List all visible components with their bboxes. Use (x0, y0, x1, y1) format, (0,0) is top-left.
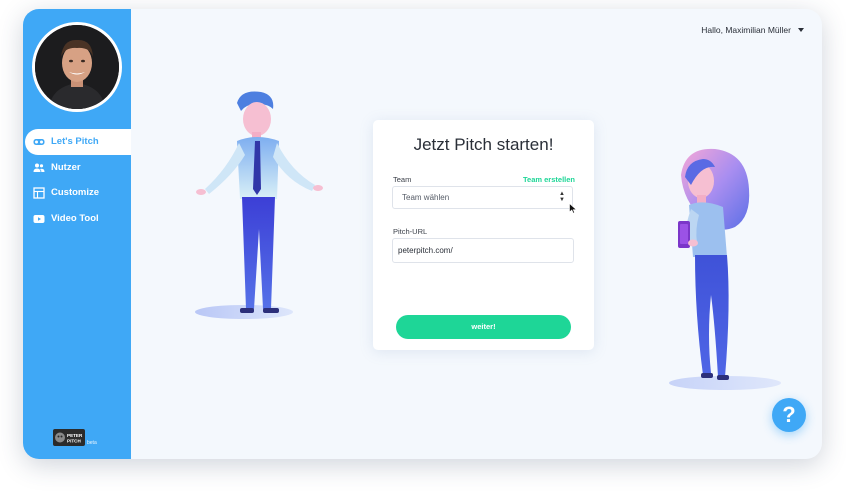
team-select-value: Team wählen (402, 193, 450, 202)
user-avatar[interactable] (32, 22, 122, 112)
start-pitch-card: Jetzt Pitch starten! Team Team erstellen… (373, 120, 594, 350)
peter-pitch-logo: PETER PITCH (53, 429, 85, 446)
select-arrows-icon: ▲ ▼ (559, 191, 565, 203)
brand-tag: beta (87, 440, 97, 446)
sidebar-item-label: Customize (51, 187, 100, 199)
mouse-cursor-icon (569, 203, 577, 214)
user-greeting: Hallo, Maximilian Müller (701, 25, 791, 35)
app-window: Let's Pitch Nutzer Customize Video Tool … (23, 9, 822, 459)
pitch-url-label: Pitch-URL (393, 227, 428, 236)
svg-text:PETER: PETER (67, 433, 83, 438)
man-illustration (195, 91, 323, 319)
sidebar-item-label: Video Tool (51, 212, 99, 224)
team-create-link[interactable]: Team erstellen (523, 175, 575, 184)
caret-down-icon (798, 28, 804, 32)
sidebar: Let's Pitch Nutzer Customize Video Tool … (23, 9, 131, 459)
users-icon (33, 163, 45, 172)
sidebar-nav: Let's Pitch Nutzer Customize Video Tool (23, 129, 131, 231)
team-select[interactable]: Team wählen ▲ ▼ (392, 186, 573, 209)
sidebar-item-customize[interactable]: Customize (23, 180, 131, 206)
card-title: Jetzt Pitch starten! (413, 135, 554, 154)
team-label: Team (393, 175, 412, 184)
woman-illustration (669, 148, 781, 390)
sidebar-item-nutzer[interactable]: Nutzer (23, 155, 131, 181)
user-menu[interactable]: Hallo, Maximilian Müller (701, 25, 804, 35)
help-button[interactable]: ? (772, 398, 806, 432)
layout-icon (33, 187, 45, 199)
vr-glasses-icon (33, 139, 45, 145)
sidebar-item-label: Nutzer (51, 161, 81, 173)
submit-button[interactable]: weiter! (396, 315, 571, 339)
brand-logo: PETER PITCH beta (53, 429, 97, 446)
pitch-url-value: peterpitch.com/ (398, 246, 453, 255)
video-icon (33, 214, 45, 223)
sidebar-item-video-tool[interactable]: Video Tool (23, 206, 131, 232)
sidebar-item-lets-pitch[interactable]: Let's Pitch (25, 129, 131, 155)
svg-text:PITCH: PITCH (67, 439, 81, 444)
sidebar-item-label: Let's Pitch (51, 136, 99, 148)
pitch-url-input[interactable]: peterpitch.com/ (392, 238, 574, 263)
